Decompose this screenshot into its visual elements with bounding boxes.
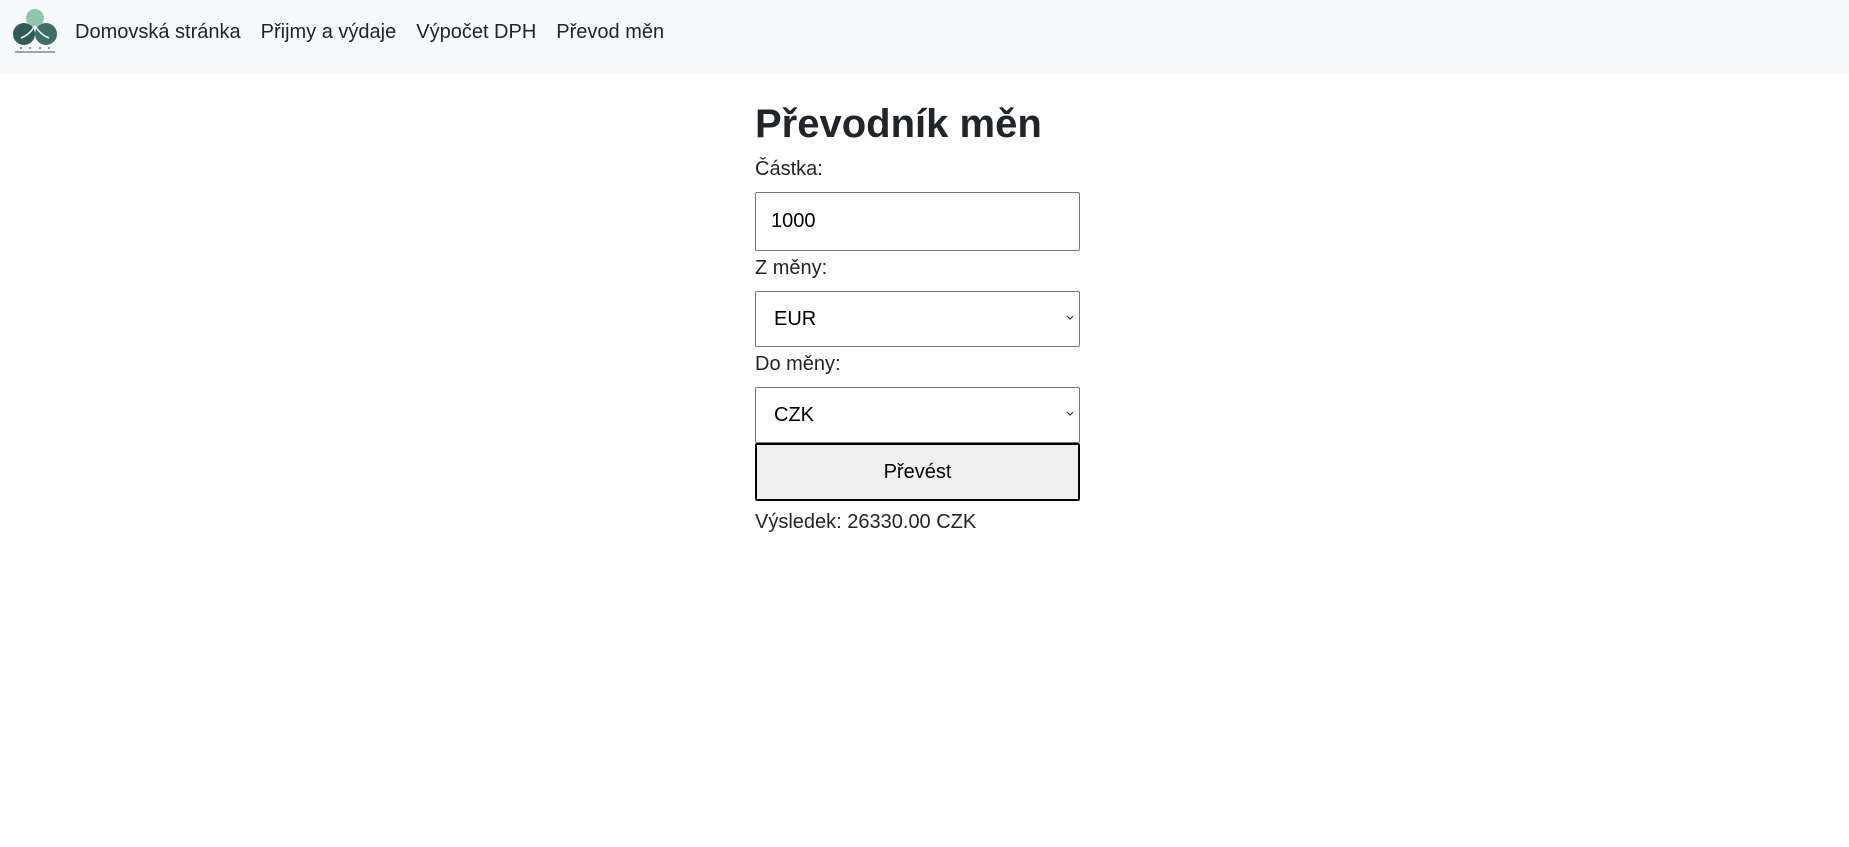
converter-form: Převodník měn Částka: Z měny: EUR Do měn…	[755, 96, 1080, 535]
to-currency-label: Do měny:	[755, 353, 841, 375]
nav-link-income-expenses[interactable]: Přijmy a výdaje	[261, 21, 397, 44]
from-currency-select[interactable]: EUR	[755, 291, 1080, 347]
from-currency-value: EUR	[774, 308, 817, 330]
result-text: Výsledek: 26330.00 CZK	[755, 511, 977, 533]
nav-links: Domovská stránka Přijmy a výdaje Výpočet…	[75, 0, 684, 64]
to-currency-value: CZK	[774, 404, 814, 426]
amount-label: Částka:	[755, 158, 823, 180]
nav-link-vat-calculation[interactable]: Výpočet DPH	[416, 21, 536, 44]
chevron-down-icon	[1065, 407, 1075, 421]
from-currency-label: Z měny:	[755, 257, 828, 279]
chevron-down-icon	[1065, 311, 1075, 325]
to-currency-select[interactable]: CZK	[755, 387, 1080, 443]
nav-link-currency-conversion[interactable]: Převod měn	[556, 21, 664, 44]
navbar: Domovská stránka Přijmy a výdaje Výpočet…	[0, 0, 1849, 73]
amount-input[interactable]	[755, 192, 1080, 251]
page-title: Převodník měn	[755, 102, 1042, 146]
brand-logo-icon[interactable]	[13, 8, 57, 54]
convert-button[interactable]: Převést	[755, 443, 1080, 501]
nav-link-home[interactable]: Domovská stránka	[75, 21, 241, 44]
